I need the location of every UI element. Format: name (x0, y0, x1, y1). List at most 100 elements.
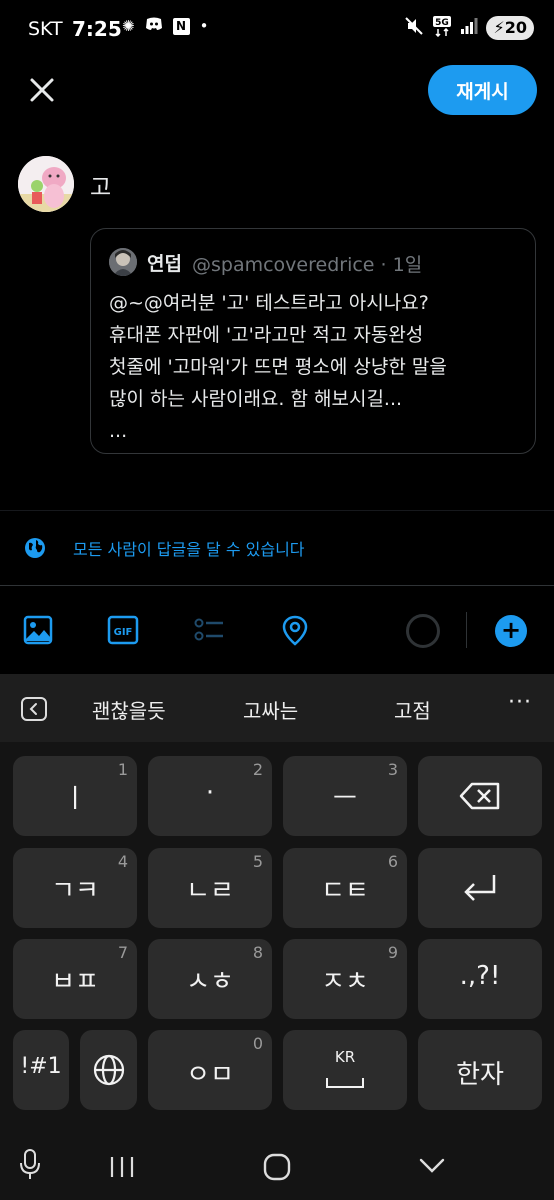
key-number: 4 (117, 852, 128, 871)
home-icon[interactable] (262, 1152, 292, 1182)
space-key[interactable]: KR (283, 1030, 407, 1110)
divider (0, 510, 554, 511)
svg-text:5G: 5G (435, 18, 449, 28)
key-vowel-eu[interactable]: 3 ㅡ (283, 756, 407, 836)
language-key[interactable] (80, 1030, 137, 1110)
quoted-post-text: @~@여러분 '고' 테스트라고 아시나요? 휴대폰 자판에 '고'라고만 적고… (109, 287, 529, 447)
quoted-line: @~@여러분 '고' 테스트라고 아시나요? (109, 292, 429, 314)
compose-input[interactable]: 고 (90, 168, 111, 202)
key-number: 9 (387, 943, 398, 962)
5g-icon: 5G (432, 15, 452, 41)
suggestion-more-button[interactable]: ··· (508, 690, 532, 715)
key-label: ㄴㄹ (186, 876, 234, 906)
quoted-line: ... (109, 420, 128, 442)
divider (466, 612, 467, 648)
reply-setting-label: 모든 사람이 답글을 달 수 있습니다 (73, 540, 305, 559)
quoted-line: 첫줄에 '고마워'가 뜨면 평소에 상냥한 말을 (109, 356, 447, 378)
media-button[interactable] (22, 614, 54, 646)
suggestion-collapse-button[interactable] (21, 697, 47, 721)
key-label: ㅂㅍ (51, 967, 99, 997)
quoted-author-name: 연덥 (147, 253, 182, 275)
key-consonant-jieut[interactable]: 9 ㅈㅊ (283, 939, 407, 1019)
gif-label: GIF (114, 627, 133, 638)
key-label: ㅈㅊ (321, 967, 369, 997)
suggestion-item[interactable]: 고싸는 (243, 695, 298, 724)
recent-apps-icon[interactable] (108, 1154, 136, 1180)
chevron-down-icon[interactable] (418, 1156, 446, 1176)
key-consonant-bieup[interactable]: 7 ㅂㅍ (13, 939, 137, 1019)
system-indicators: 5G ⚡20 (404, 15, 534, 41)
suggestion-item[interactable]: 괜찮을듯 (92, 695, 166, 724)
key-label: ㄷㅌ (321, 876, 369, 906)
chevron-left-icon (29, 703, 37, 715)
key-vowel-dot[interactable]: 2 · (148, 756, 272, 836)
poll-icon (194, 618, 223, 641)
key-number: 6 (387, 852, 398, 871)
symbols-key[interactable]: !#1 (13, 1030, 69, 1110)
image-icon (23, 615, 53, 645)
system-nav-bar (0, 1138, 554, 1200)
enter-key[interactable] (418, 848, 542, 928)
space-key-label: KR (334, 1048, 356, 1066)
backspace-icon (459, 782, 500, 810)
key-vowel-i[interactable]: 1 ㅣ (13, 756, 137, 836)
battery-level: 20 (504, 18, 527, 37)
quoted-line: 많이 하는 사람이래요. 함 해보시길... (109, 388, 403, 410)
divider (0, 585, 554, 586)
punctuation-key[interactable]: .,?! (418, 939, 542, 1019)
repost-button[interactable]: 재게시 (428, 65, 537, 115)
gif-icon: GIF (107, 615, 139, 645)
hanja-key[interactable]: 한자 (418, 1030, 542, 1110)
key-number: 7 (117, 943, 128, 962)
character-counter (406, 614, 440, 648)
add-thread-button[interactable]: + (495, 615, 527, 647)
key-label: !#1 (20, 1054, 62, 1079)
gif-button[interactable]: GIF (107, 614, 139, 646)
key-label: ㅡ (333, 784, 357, 814)
status-bar: SKT 7:25 ✺ N • 5G ⚡20 (0, 0, 554, 60)
keyboard (0, 674, 554, 1200)
brightness-icon: ✺ (122, 17, 135, 35)
key-consonant-giyeok[interactable]: 4 ㄱㅋ (13, 848, 137, 928)
location-pin-icon (282, 615, 308, 646)
key-number: 8 (252, 943, 263, 962)
key-label: ㅣ (63, 784, 87, 814)
key-consonant-nieun[interactable]: 5 ㄴㄹ (148, 848, 272, 928)
location-button[interactable] (279, 614, 311, 646)
close-button[interactable] (22, 72, 62, 112)
microphone-icon[interactable] (18, 1148, 42, 1182)
enter-icon (464, 875, 496, 901)
key-consonant-ieung[interactable]: 0 ㅇㅁ (148, 1030, 272, 1110)
globe-icon (93, 1054, 124, 1086)
discord-icon (145, 17, 163, 35)
key-label: .,?! (459, 961, 501, 991)
clock: 7:25 (72, 17, 122, 41)
key-label: ㅇㅁ (186, 1060, 234, 1090)
user-avatar[interactable] (18, 156, 74, 212)
key-number: 3 (387, 760, 398, 779)
quoted-post[interactable]: 연덥 @spamcoveredrice · 1일 @~@여러분 '고' 테스트라… (90, 228, 536, 454)
key-label: 한자 (456, 1060, 504, 1090)
key-consonant-siot[interactable]: 8 ㅅㅎ (148, 939, 272, 1019)
signal-icon (460, 17, 478, 39)
key-number: 0 (252, 1034, 263, 1053)
compose-toolbar: GIF (0, 600, 554, 664)
naver-icon: N (172, 17, 190, 35)
key-number: 1 (117, 760, 128, 779)
key-label: ㅅㅎ (186, 967, 234, 997)
dot-icon: • (199, 17, 209, 35)
key-number: 2 (252, 760, 263, 779)
quoted-author-handle: @spamcoveredrice · 1일 (192, 254, 423, 276)
key-consonant-digeut[interactable]: 6 ㄷㅌ (283, 848, 407, 928)
charging-icon: ⚡ (493, 18, 505, 37)
poll-button (193, 614, 225, 646)
suggestion-item[interactable]: 고점 (394, 695, 431, 724)
notification-icons: ✺ N • (122, 17, 208, 35)
key-label: · (205, 778, 215, 808)
space-icon (326, 1078, 364, 1088)
globe-icon (25, 538, 45, 558)
mute-icon (404, 16, 424, 40)
quoted-line: 휴대폰 자판에 '고'라고만 적고 자동완성 (109, 324, 424, 346)
reply-setting-button[interactable]: 모든 사람이 답글을 달 수 있습니다 (24, 536, 305, 560)
backspace-key[interactable] (418, 756, 542, 836)
